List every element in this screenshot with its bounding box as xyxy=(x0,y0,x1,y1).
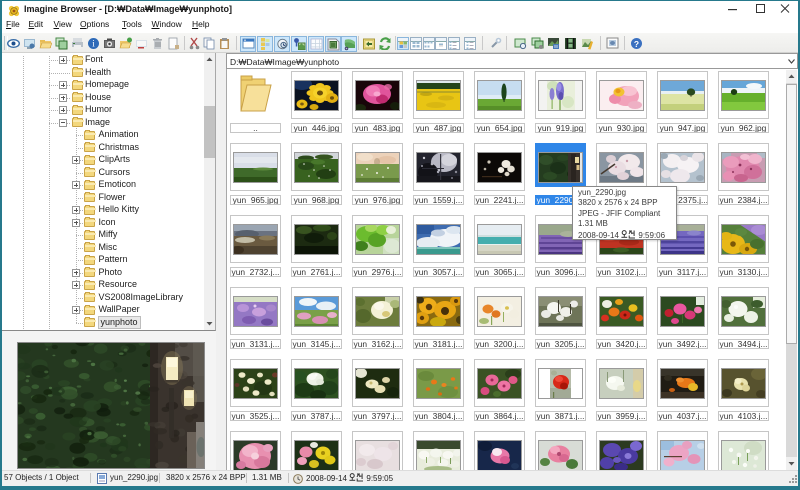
svg-text:?: ? xyxy=(634,39,639,49)
